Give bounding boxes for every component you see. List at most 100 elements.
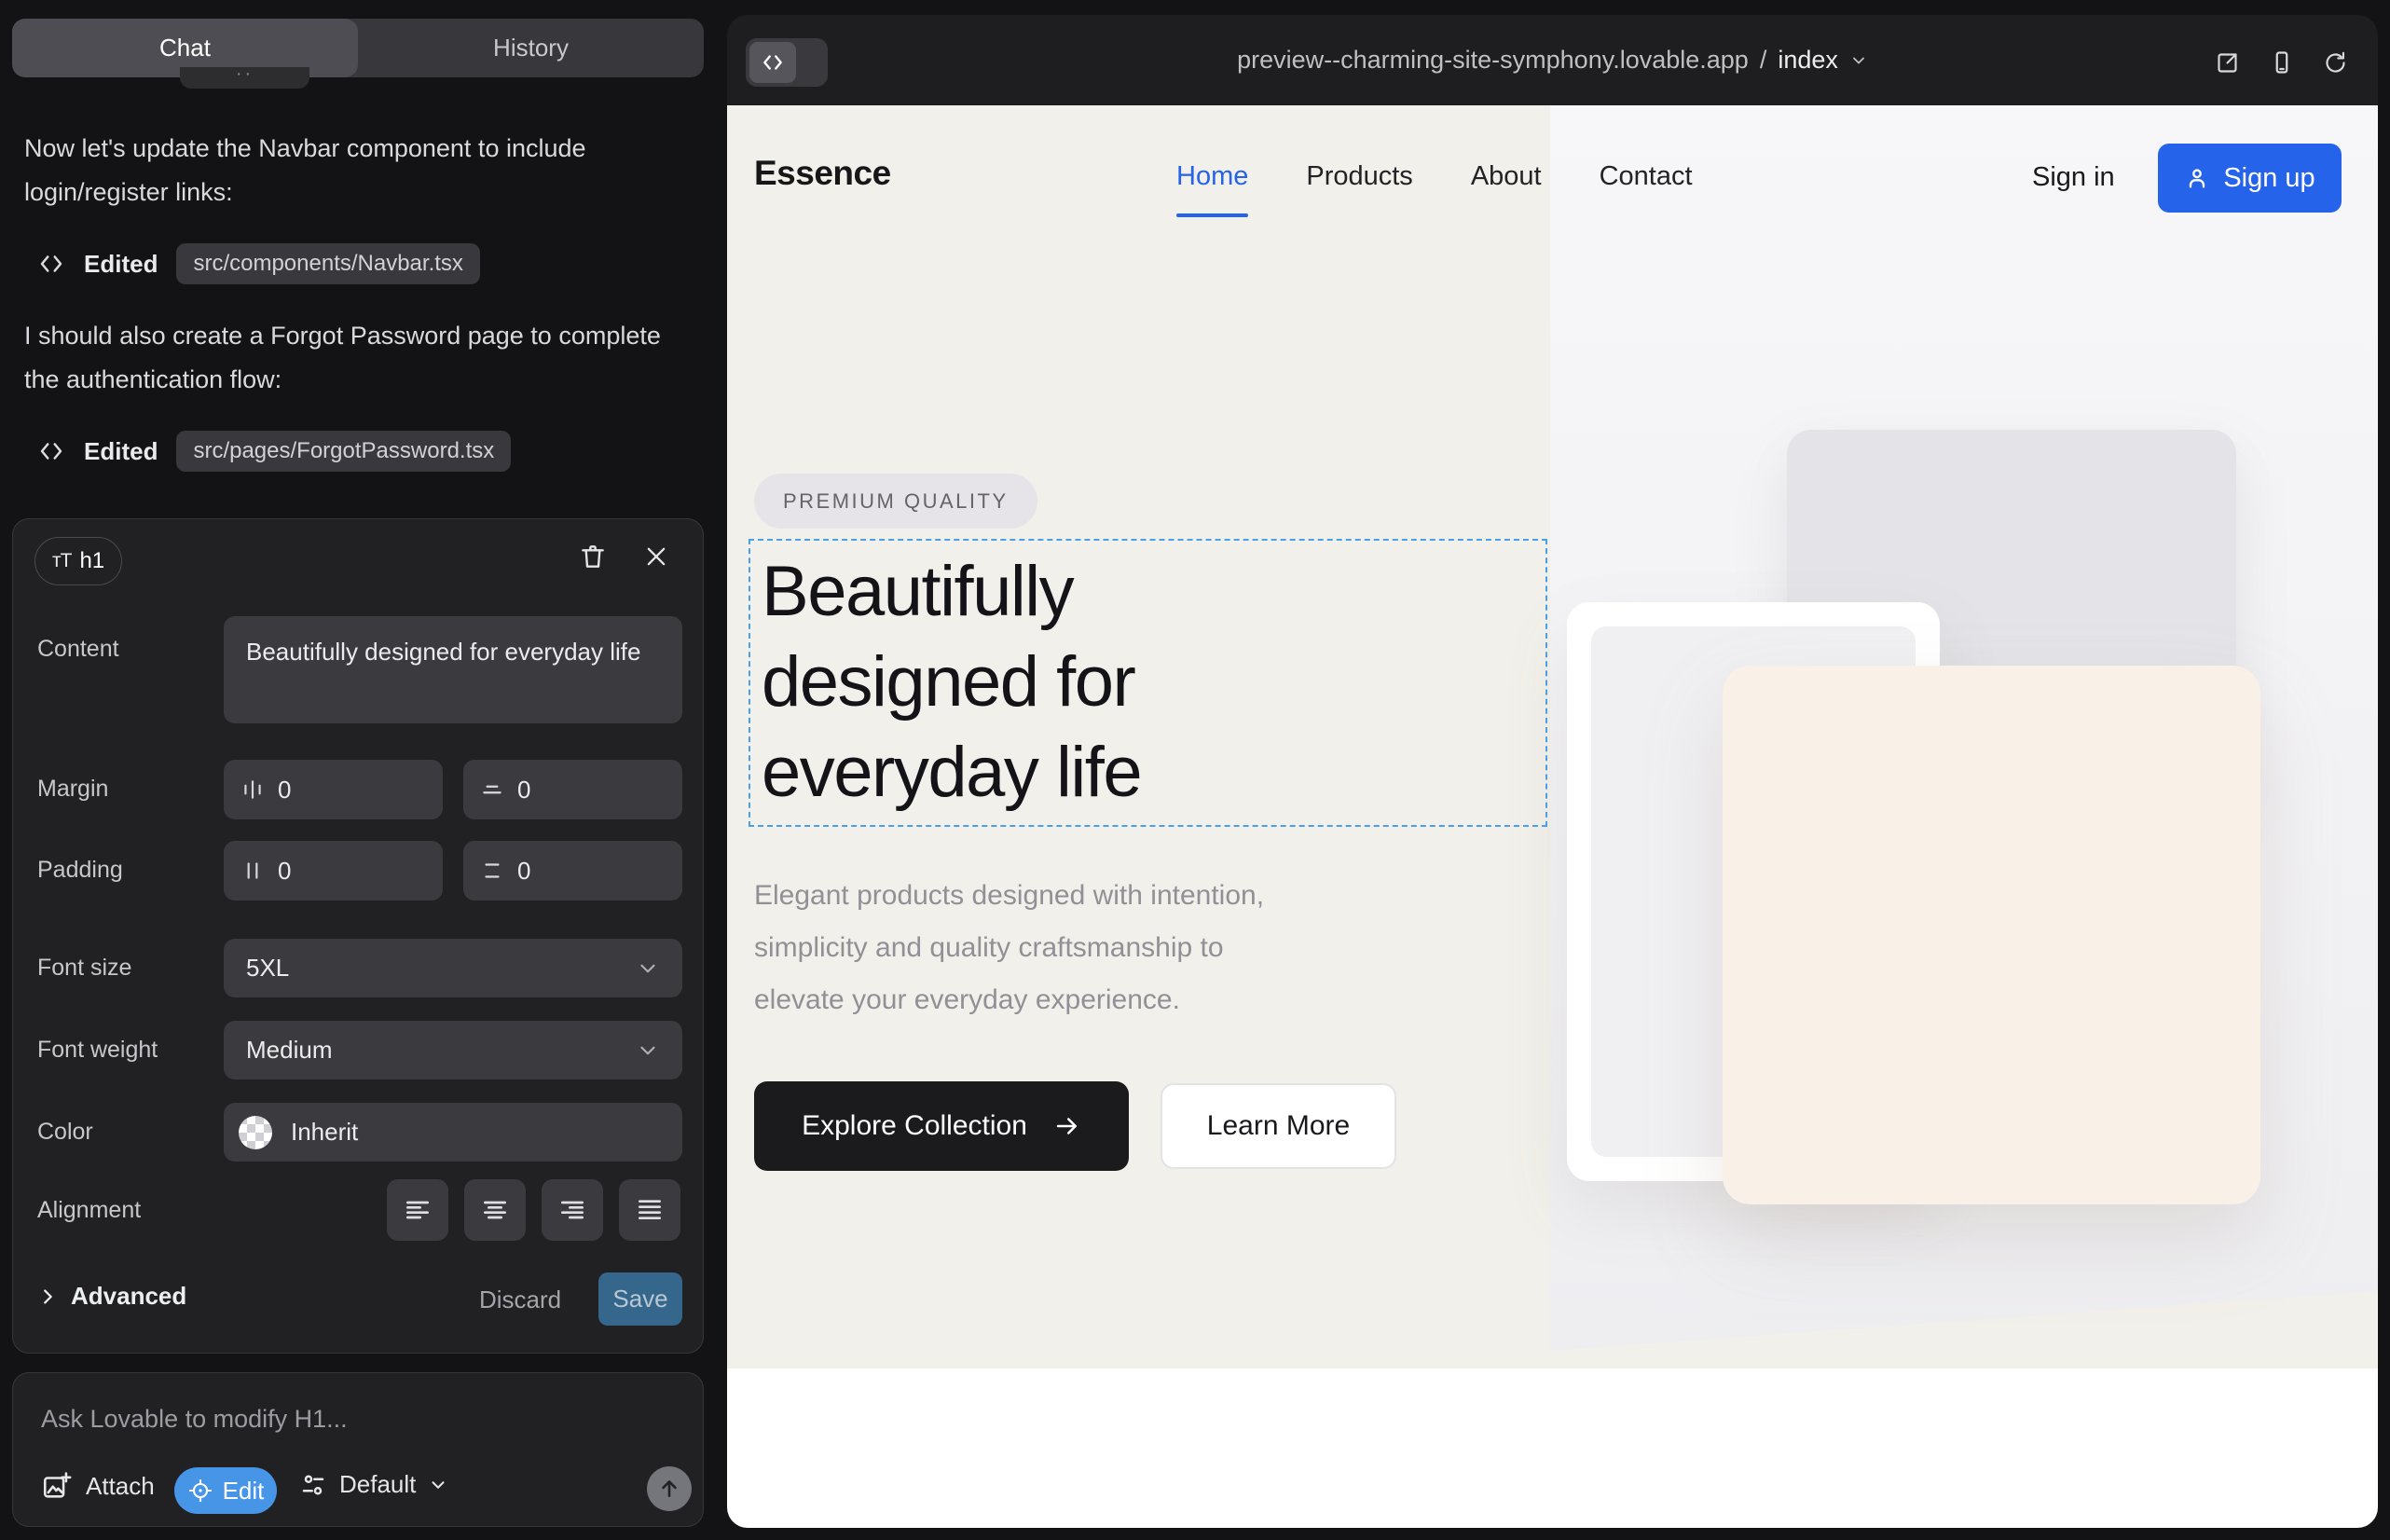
sign-up-button[interactable]: Sign up <box>2158 144 2342 213</box>
margin-horizontal-value: 0 <box>278 776 291 804</box>
margin-label: Margin <box>37 776 108 803</box>
font-size-select[interactable]: 5XL <box>224 939 682 997</box>
padding-horizontal-value: 0 <box>278 857 291 886</box>
edited-label: Edited <box>84 250 158 279</box>
nav-about[interactable]: About <box>1471 161 1542 192</box>
code-icon <box>37 250 65 278</box>
site-canvas: Essence Home Products About Contact Sign… <box>727 105 2378 1528</box>
padding-label: Padding <box>37 857 123 884</box>
explore-collection-label: Explore Collection <box>802 1110 1027 1142</box>
edit-action-row: Edited src/pages/ForgotPassword.tsx <box>37 431 511 472</box>
nav-contact[interactable]: Contact <box>1600 161 1693 192</box>
save-button[interactable]: Save <box>598 1272 682 1326</box>
align-left-icon <box>403 1195 433 1225</box>
arrow-right-icon <box>1053 1112 1081 1140</box>
premium-badge: PREMIUM QUALITY <box>754 474 1037 529</box>
margin-horizontal-input[interactable]: 0 <box>224 760 443 819</box>
url-breadcrumb[interactable]: preview--charming-site-symphony.lovable.… <box>727 15 2378 105</box>
font-weight-label: Font weight <box>37 1037 158 1064</box>
learn-more-button[interactable]: Learn More <box>1161 1083 1396 1169</box>
url-page: index <box>1778 46 1838 75</box>
margin-vertical-input[interactable]: 0 <box>463 760 682 819</box>
url-separator: / <box>1760 46 1767 75</box>
chevron-right-icon <box>37 1286 58 1307</box>
align-right-icon <box>557 1195 587 1225</box>
chevron-down-icon <box>428 1475 448 1495</box>
hero-description: Elegant products designed with intention… <box>754 870 1264 1026</box>
description-line: simplicity and quality craftsmanship to <box>754 922 1264 974</box>
headline-line: everyday life <box>762 727 1141 818</box>
content-label: Content <box>37 636 119 663</box>
align-center-button[interactable] <box>464 1179 526 1241</box>
align-right-button[interactable] <box>542 1179 603 1241</box>
tab-chat-label: Chat <box>159 34 211 62</box>
site-logo[interactable]: Essence <box>754 154 891 193</box>
chat-message: Now let's update the Navbar component to… <box>24 127 688 214</box>
delete-icon[interactable] <box>578 542 608 571</box>
attach-image-icon <box>41 1470 73 1502</box>
refresh-icon[interactable] <box>2323 50 2348 76</box>
nav-home[interactable]: Home <box>1176 161 1248 192</box>
tab-history-label: History <box>493 34 569 62</box>
attach-button[interactable]: Attach <box>41 1470 155 1502</box>
edit-mode-button[interactable]: Edit <box>174 1467 277 1514</box>
alignment-label: Alignment <box>37 1197 141 1224</box>
edited-label: Edited <box>84 437 158 466</box>
element-tag-pill[interactable]: ᴛT h1 <box>34 537 122 585</box>
chat-message: I should also create a Forgot Password p… <box>24 314 688 402</box>
arrow-up-icon <box>657 1477 681 1501</box>
url-domain: preview--charming-site-symphony.lovable.… <box>1237 46 1749 75</box>
align-justify-button[interactable] <box>619 1179 680 1241</box>
margin-horizontal-icon <box>240 777 265 802</box>
sliders-icon <box>299 1471 327 1499</box>
font-size-label: Font size <box>37 955 131 982</box>
prompt-box: Ask Lovable to modify H1... Attach Edit … <box>12 1372 704 1527</box>
code-icon <box>37 437 65 465</box>
model-selector[interactable]: Default <box>299 1470 448 1499</box>
padding-horizontal-input[interactable]: 0 <box>224 841 443 901</box>
chat-history-tabs: Chat History <box>12 19 704 77</box>
align-justify-icon <box>635 1195 665 1225</box>
tab-history[interactable]: History <box>358 19 704 77</box>
sign-in-link[interactable]: Sign in <box>2032 162 2115 193</box>
content-input[interactable]: Beautifully designed for everyday life <box>224 616 682 723</box>
file-chip[interactable]: src/pages/ForgotPassword.tsx <box>176 431 511 472</box>
open-external-icon[interactable] <box>2215 50 2240 76</box>
attach-label: Attach <box>86 1472 155 1501</box>
send-button[interactable] <box>647 1466 692 1511</box>
edit-label: Edit <box>223 1477 265 1506</box>
font-size-value: 5XL <box>246 954 289 983</box>
explore-collection-button[interactable]: Explore Collection <box>754 1081 1129 1171</box>
chevron-down-icon <box>1849 51 1868 70</box>
hero-headline[interactable]: Beautifully designed for everyday life <box>762 546 1141 818</box>
color-label: Color <box>37 1119 93 1146</box>
description-line: Elegant products designed with intention… <box>754 870 1264 922</box>
color-select[interactable]: Inherit <box>224 1103 682 1162</box>
chevron-down-icon <box>636 1038 660 1063</box>
headline-line: designed for <box>762 637 1141 727</box>
target-icon <box>187 1478 213 1504</box>
discard-button[interactable]: Discard <box>479 1286 561 1314</box>
chevron-down-icon <box>636 956 660 981</box>
decorative-card-cream <box>1723 666 2260 1204</box>
preview-pane: preview--charming-site-symphony.lovable.… <box>727 15 2378 1528</box>
scrolled-chip[interactable]: ·· <box>180 67 309 89</box>
user-icon <box>2184 165 2210 191</box>
font-weight-value: Medium <box>246 1036 332 1065</box>
padding-vertical-input[interactable]: 0 <box>463 841 682 901</box>
file-chip[interactable]: src/components/Navbar.tsx <box>176 243 479 284</box>
font-weight-select[interactable]: Medium <box>224 1021 682 1079</box>
prompt-input[interactable]: Ask Lovable to modify H1... <box>41 1405 348 1434</box>
app-root: Chat History ·· Now let's update the Nav… <box>0 0 2390 1540</box>
close-icon[interactable] <box>643 543 669 570</box>
advanced-toggle[interactable]: Advanced <box>37 1282 186 1311</box>
align-left-button[interactable] <box>387 1179 448 1241</box>
sign-up-label: Sign up <box>2223 163 2314 194</box>
model-label: Default <box>339 1470 416 1499</box>
nav-products[interactable]: Products <box>1306 161 1412 192</box>
site-nav: Home Products About Contact <box>1176 161 1693 192</box>
text-type-icon: ᴛT <box>52 550 71 572</box>
mobile-view-icon[interactable] <box>2269 48 2295 76</box>
headline-line: Beautifully <box>762 546 1141 637</box>
element-editor-panel: ᴛT h1 Content Beautifully designed for e… <box>12 518 704 1354</box>
